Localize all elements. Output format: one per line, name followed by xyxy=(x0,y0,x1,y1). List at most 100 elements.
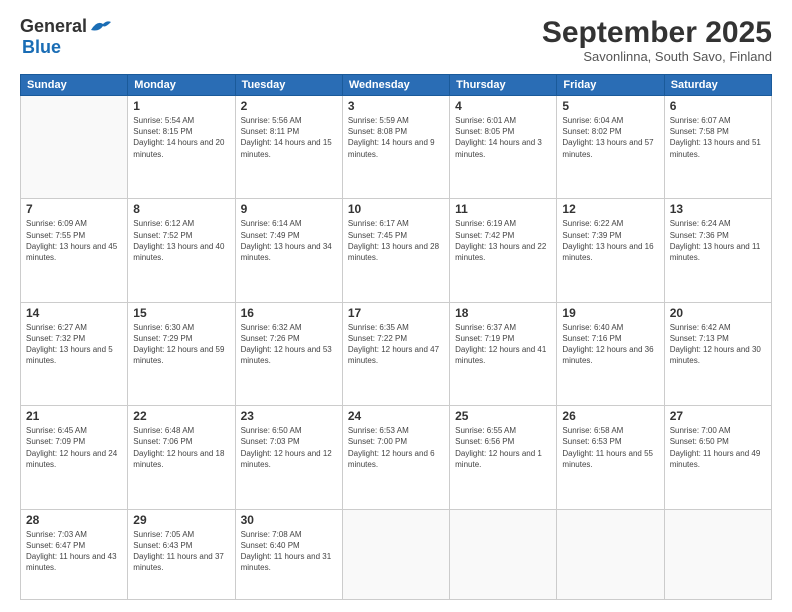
day-info: Sunrise: 5:54 AM Sunset: 8:15 PM Dayligh… xyxy=(133,116,224,159)
day-info: Sunrise: 6:01 AM Sunset: 8:05 PM Dayligh… xyxy=(455,116,542,159)
day-info: Sunrise: 6:58 AM Sunset: 6:53 PM Dayligh… xyxy=(562,426,653,469)
header: General Blue September 2025 Savonlinna, … xyxy=(20,16,772,64)
day-number: 8 xyxy=(133,202,229,216)
logo-text-blue: Blue xyxy=(22,37,61,58)
table-row: 1 Sunrise: 5:54 AM Sunset: 8:15 PM Dayli… xyxy=(128,96,235,199)
header-tuesday: Tuesday xyxy=(235,75,342,96)
day-number: 28 xyxy=(26,513,122,527)
page: General Blue September 2025 Savonlinna, … xyxy=(0,0,792,612)
header-saturday: Saturday xyxy=(664,75,771,96)
day-number: 12 xyxy=(562,202,658,216)
day-info: Sunrise: 6:37 AM Sunset: 7:19 PM Dayligh… xyxy=(455,323,546,366)
day-number: 18 xyxy=(455,306,551,320)
table-row: 25 Sunrise: 6:55 AM Sunset: 6:56 PM Dayl… xyxy=(450,406,557,509)
day-number: 19 xyxy=(562,306,658,320)
day-info: Sunrise: 6:55 AM Sunset: 6:56 PM Dayligh… xyxy=(455,426,542,469)
day-info: Sunrise: 5:56 AM Sunset: 8:11 PM Dayligh… xyxy=(241,116,332,159)
day-number: 10 xyxy=(348,202,444,216)
logo: General Blue xyxy=(20,16,111,58)
day-number: 15 xyxy=(133,306,229,320)
table-row: 4 Sunrise: 6:01 AM Sunset: 8:05 PM Dayli… xyxy=(450,96,557,199)
table-row: 16 Sunrise: 6:32 AM Sunset: 7:26 PM Dayl… xyxy=(235,302,342,405)
header-friday: Friday xyxy=(557,75,664,96)
day-info: Sunrise: 6:27 AM Sunset: 7:32 PM Dayligh… xyxy=(26,323,113,366)
day-info: Sunrise: 6:19 AM Sunset: 7:42 PM Dayligh… xyxy=(455,219,546,262)
day-info: Sunrise: 6:09 AM Sunset: 7:55 PM Dayligh… xyxy=(26,219,117,262)
day-info: Sunrise: 6:24 AM Sunset: 7:36 PM Dayligh… xyxy=(670,219,761,262)
day-number: 7 xyxy=(26,202,122,216)
day-number: 23 xyxy=(241,409,337,423)
table-row xyxy=(557,509,664,600)
day-number: 24 xyxy=(348,409,444,423)
title-block: September 2025 Savonlinna, South Savo, F… xyxy=(542,16,772,64)
day-info: Sunrise: 5:59 AM Sunset: 8:08 PM Dayligh… xyxy=(348,116,435,159)
day-number: 21 xyxy=(26,409,122,423)
day-info: Sunrise: 6:14 AM Sunset: 7:49 PM Dayligh… xyxy=(241,219,332,262)
day-info: Sunrise: 6:30 AM Sunset: 7:29 PM Dayligh… xyxy=(133,323,224,366)
table-row: 23 Sunrise: 6:50 AM Sunset: 7:03 PM Dayl… xyxy=(235,406,342,509)
day-info: Sunrise: 7:03 AM Sunset: 6:47 PM Dayligh… xyxy=(26,530,117,573)
day-info: Sunrise: 7:00 AM Sunset: 6:50 PM Dayligh… xyxy=(670,426,761,469)
table-row: 27 Sunrise: 7:00 AM Sunset: 6:50 PM Dayl… xyxy=(664,406,771,509)
table-row: 2 Sunrise: 5:56 AM Sunset: 8:11 PM Dayli… xyxy=(235,96,342,199)
table-row: 17 Sunrise: 6:35 AM Sunset: 7:22 PM Dayl… xyxy=(342,302,449,405)
day-info: Sunrise: 7:05 AM Sunset: 6:43 PM Dayligh… xyxy=(133,530,224,573)
day-number: 13 xyxy=(670,202,766,216)
table-row: 14 Sunrise: 6:27 AM Sunset: 7:32 PM Dayl… xyxy=(21,302,128,405)
month-title: September 2025 xyxy=(542,16,772,49)
day-info: Sunrise: 6:07 AM Sunset: 7:58 PM Dayligh… xyxy=(670,116,761,159)
calendar-header-row: Sunday Monday Tuesday Wednesday Thursday… xyxy=(21,75,772,96)
day-info: Sunrise: 6:12 AM Sunset: 7:52 PM Dayligh… xyxy=(133,219,224,262)
day-info: Sunrise: 6:48 AM Sunset: 7:06 PM Dayligh… xyxy=(133,426,224,469)
logo-bird-icon xyxy=(89,18,111,36)
table-row: 6 Sunrise: 6:07 AM Sunset: 7:58 PM Dayli… xyxy=(664,96,771,199)
day-info: Sunrise: 6:35 AM Sunset: 7:22 PM Dayligh… xyxy=(348,323,439,366)
day-number: 4 xyxy=(455,99,551,113)
day-number: 3 xyxy=(348,99,444,113)
day-number: 5 xyxy=(562,99,658,113)
table-row: 22 Sunrise: 6:48 AM Sunset: 7:06 PM Dayl… xyxy=(128,406,235,509)
day-info: Sunrise: 6:45 AM Sunset: 7:09 PM Dayligh… xyxy=(26,426,117,469)
table-row xyxy=(450,509,557,600)
day-info: Sunrise: 6:32 AM Sunset: 7:26 PM Dayligh… xyxy=(241,323,332,366)
logo-text-general: General xyxy=(20,16,87,37)
day-info: Sunrise: 6:50 AM Sunset: 7:03 PM Dayligh… xyxy=(241,426,332,469)
table-row: 8 Sunrise: 6:12 AM Sunset: 7:52 PM Dayli… xyxy=(128,199,235,302)
table-row: 18 Sunrise: 6:37 AM Sunset: 7:19 PM Dayl… xyxy=(450,302,557,405)
day-number: 17 xyxy=(348,306,444,320)
day-number: 14 xyxy=(26,306,122,320)
table-row: 11 Sunrise: 6:19 AM Sunset: 7:42 PM Dayl… xyxy=(450,199,557,302)
day-number: 1 xyxy=(133,99,229,113)
day-number: 11 xyxy=(455,202,551,216)
day-info: Sunrise: 6:53 AM Sunset: 7:00 PM Dayligh… xyxy=(348,426,435,469)
day-number: 20 xyxy=(670,306,766,320)
header-sunday: Sunday xyxy=(21,75,128,96)
day-number: 25 xyxy=(455,409,551,423)
day-info: Sunrise: 6:42 AM Sunset: 7:13 PM Dayligh… xyxy=(670,323,761,366)
table-row: 19 Sunrise: 6:40 AM Sunset: 7:16 PM Dayl… xyxy=(557,302,664,405)
table-row xyxy=(664,509,771,600)
table-row: 26 Sunrise: 6:58 AM Sunset: 6:53 PM Dayl… xyxy=(557,406,664,509)
table-row: 21 Sunrise: 6:45 AM Sunset: 7:09 PM Dayl… xyxy=(21,406,128,509)
day-number: 16 xyxy=(241,306,337,320)
day-number: 22 xyxy=(133,409,229,423)
day-number: 26 xyxy=(562,409,658,423)
table-row xyxy=(342,509,449,600)
table-row: 7 Sunrise: 6:09 AM Sunset: 7:55 PM Dayli… xyxy=(21,199,128,302)
table-row: 13 Sunrise: 6:24 AM Sunset: 7:36 PM Dayl… xyxy=(664,199,771,302)
day-info: Sunrise: 6:40 AM Sunset: 7:16 PM Dayligh… xyxy=(562,323,653,366)
day-info: Sunrise: 6:22 AM Sunset: 7:39 PM Dayligh… xyxy=(562,219,653,262)
day-number: 29 xyxy=(133,513,229,527)
day-number: 6 xyxy=(670,99,766,113)
day-info: Sunrise: 6:04 AM Sunset: 8:02 PM Dayligh… xyxy=(562,116,653,159)
day-number: 30 xyxy=(241,513,337,527)
table-row: 20 Sunrise: 6:42 AM Sunset: 7:13 PM Dayl… xyxy=(664,302,771,405)
table-row: 15 Sunrise: 6:30 AM Sunset: 7:29 PM Dayl… xyxy=(128,302,235,405)
table-row: 3 Sunrise: 5:59 AM Sunset: 8:08 PM Dayli… xyxy=(342,96,449,199)
table-row xyxy=(21,96,128,199)
day-number: 27 xyxy=(670,409,766,423)
table-row: 28 Sunrise: 7:03 AM Sunset: 6:47 PM Dayl… xyxy=(21,509,128,600)
header-thursday: Thursday xyxy=(450,75,557,96)
day-info: Sunrise: 6:17 AM Sunset: 7:45 PM Dayligh… xyxy=(348,219,439,262)
table-row: 10 Sunrise: 6:17 AM Sunset: 7:45 PM Dayl… xyxy=(342,199,449,302)
